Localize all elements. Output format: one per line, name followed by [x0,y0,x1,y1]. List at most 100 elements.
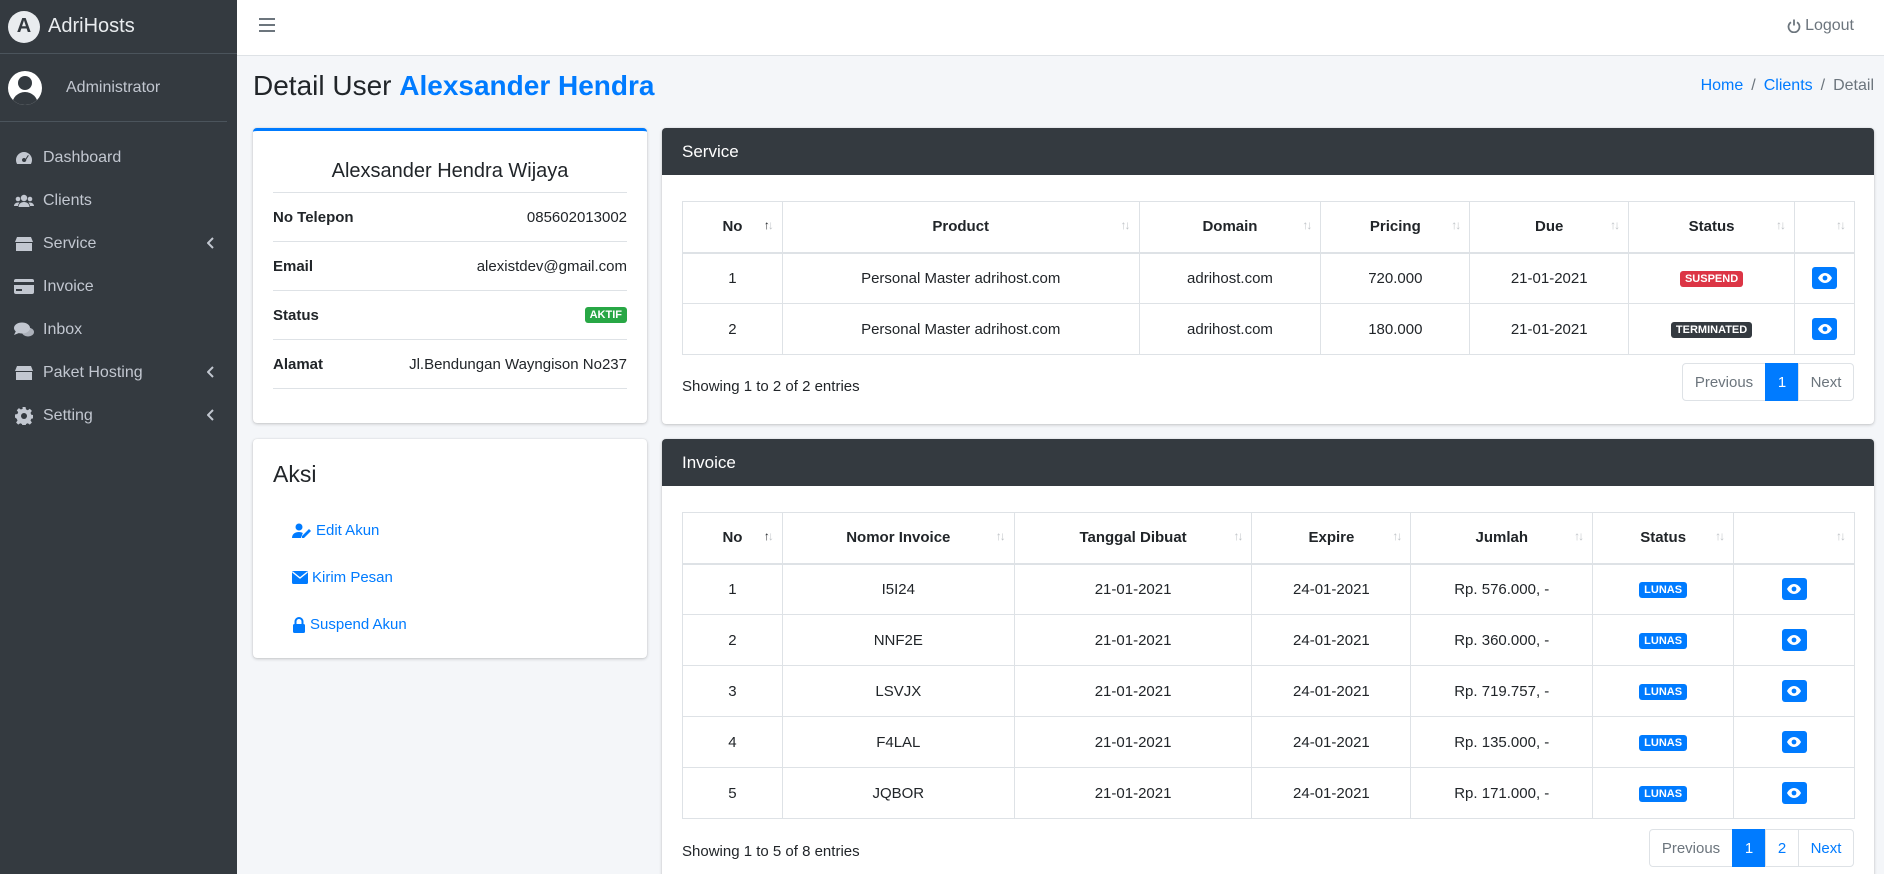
table-row: 2 Personal Master adrihost.com adrihost.… [682,303,1855,355]
column-header-status[interactable]: Status ↑↓ [1592,512,1735,565]
column-header-due[interactable]: Due ↑↓ [1469,201,1630,254]
breadcrumb-home[interactable]: Home [1701,77,1744,94]
cell-expire: 24-01-2021 [1251,614,1412,666]
column-header-invoice-number[interactable]: Nomor Invoice ↑↓ [781,512,1015,565]
pagination: Previous 1 Next [1682,363,1854,401]
pagination-page[interactable]: 1 [1732,829,1766,867]
column-header-domain[interactable]: Domain ↑↓ [1138,201,1322,254]
sidebar-item-clients[interactable]: Clients [0,179,237,222]
suspend-account-link[interactable]: Suspend Akun [253,601,647,648]
eye-icon [1787,635,1802,645]
breadcrumb-clients[interactable]: Clients [1764,77,1813,94]
status-badge: LUNAS [1639,633,1688,649]
view-button[interactable] [1781,680,1807,702]
pagination-page[interactable]: 2 [1765,829,1799,867]
eye-icon [1787,584,1802,595]
address-label: Alamat [273,355,324,373]
sidebar-item-invoice[interactable]: Invoice [0,265,237,308]
column-header-label: Expire [1308,529,1355,547]
sidebar-item-dashboard[interactable]: Dashboard [0,136,237,179]
cell-action [1794,252,1855,304]
sort-icon: ↑↓ [1610,218,1620,232]
sort-icon: ↑↓ [763,218,774,232]
cell-status: LUNAS [1592,716,1735,768]
cell-product: Personal Master adrihost.com [781,303,1140,355]
sidebar-item-paket-hosting[interactable]: Paket Hosting [0,351,237,394]
sidebar-item-service[interactable]: Service [0,222,237,265]
sidebar-item-label: Invoice [43,277,94,295]
email-label: Email [273,257,314,275]
pagination-previous[interactable]: Previous [1649,829,1733,867]
view-button[interactable] [1781,629,1807,651]
status-badge: LUNAS [1639,684,1688,700]
user-panel[interactable]: Administrator [0,54,227,122]
sidebar-item-inbox[interactable]: Inbox [0,308,237,351]
table-header-row: No ↑↓ Nomor Invoice ↑↓ Tanggal Dibuat ↑↓ Ex… [682,512,1855,565]
hamburger-menu-icon[interactable] [259,18,275,32]
column-header-label: Nomor Invoice [846,529,951,547]
sidebar-item-label: Dashboard [43,148,122,166]
brand[interactable]: A AdriHosts [0,0,237,54]
page-title-prefix: Detail User [253,70,392,101]
edit-account-link[interactable]: Edit Akun [253,507,647,554]
sort-icon: ↑↓ [1574,529,1584,543]
table-row: 2 NNF2E 21-01-2021 24-01-2021 Rp. 360.00… [682,614,1855,666]
eye-icon [1787,788,1802,798]
cell-status: SUSPEND [1628,252,1795,304]
column-header-amount[interactable]: Jumlah ↑↓ [1410,512,1594,565]
cell-created: 21-01-2021 [1013,665,1253,717]
send-message-link[interactable]: Kirim Pesan [253,554,647,601]
pagination-next[interactable]: Next [1798,829,1854,867]
column-header-no[interactable]: No ↑↓ [682,201,783,254]
column-header-product[interactable]: Product ↑↓ [781,201,1140,254]
phone-value: 085602013002 [526,208,627,226]
cell-invoice-number: LSVJX [781,665,1015,717]
cell-action [1733,563,1855,615]
column-header-label: Domain [1202,218,1258,236]
column-header-action[interactable]: ↑↓ [1794,201,1855,254]
pagination-page[interactable]: 1 [1765,363,1799,401]
cell-amount: Rp. 171.000, - [1410,767,1594,819]
cell-due: 21-01-2021 [1469,303,1630,355]
cell-created: 21-01-2021 [1013,716,1253,768]
eye-icon [1787,737,1802,747]
column-header-expire[interactable]: Expire ↑↓ [1251,512,1412,565]
column-header-label: Pricing [1369,218,1421,236]
sort-icon: ↑↓ [763,529,774,543]
aksi-title: Aksi [273,461,317,487]
logout-button[interactable]: Logout [1787,17,1854,35]
view-button[interactable] [1781,578,1807,601]
cell-no: 1 [682,252,783,304]
phone-label: No Telepon [273,208,354,226]
table-header-row: No ↑↓ Product ↑↓ Domain ↑↓ Pricing ↑↓ Due ↑↓ … [682,201,1855,254]
column-header-no[interactable]: No ↑↓ [682,512,783,565]
cell-status: LUNAS [1592,767,1735,819]
info-row-status: Status AKTIF [273,291,627,340]
column-header-label: Product [932,218,990,236]
view-button[interactable] [1781,731,1807,753]
status-badge: TERMINATED [1670,322,1753,338]
column-header-status[interactable]: Status ↑↓ [1628,201,1795,254]
view-button[interactable] [1812,267,1837,290]
cell-domain: adrihost.com [1138,252,1322,304]
table-info: Showing 1 to 5 of 8 entries [682,843,860,860]
cell-domain: adrihost.com [1138,303,1322,355]
gear-icon [13,406,35,425]
sort-icon: ↑↓ [1302,218,1312,232]
column-header-pricing[interactable]: Pricing ↑↓ [1320,201,1471,254]
column-header-label: Status [1640,529,1687,547]
avatar [8,70,42,105]
pagination-previous[interactable]: Previous [1682,363,1766,401]
comments-icon [13,321,35,339]
sort-icon: ↑↓ [1836,218,1846,232]
view-button[interactable] [1781,782,1807,804]
pagination-next[interactable]: Next [1798,363,1854,401]
sort-icon: ↑↓ [1233,529,1243,543]
column-header-action[interactable]: ↑↓ [1733,512,1855,565]
cell-expire: 24-01-2021 [1251,767,1412,819]
chevron-left-icon [206,236,215,252]
column-header-created[interactable]: Tanggal Dibuat ↑↓ [1013,512,1253,565]
invoice-card-title: Invoice [662,439,1874,486]
view-button[interactable] [1812,318,1837,340]
sidebar-item-setting[interactable]: Setting [0,394,237,437]
